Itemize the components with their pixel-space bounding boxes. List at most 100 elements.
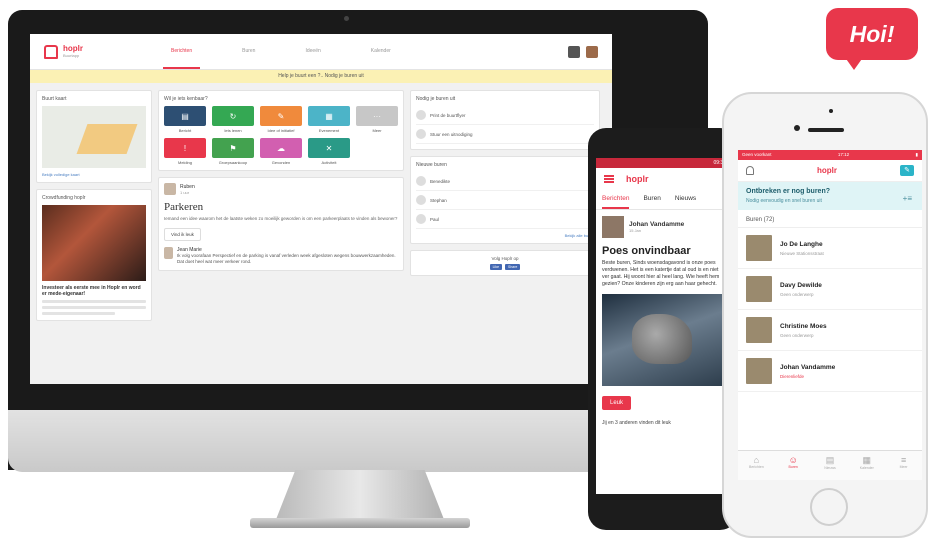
hoplr-logo-icon[interactable] bbox=[44, 44, 58, 59]
add-user-icon[interactable]: +≡ bbox=[903, 194, 912, 203]
neighbour-name: Christine Moes bbox=[780, 322, 827, 330]
list-item[interactable]: Stuur een uitnodiging bbox=[416, 125, 594, 144]
neighbour-name: Johan Vandamme bbox=[780, 363, 836, 371]
news-icon: ▤ bbox=[825, 455, 835, 465]
neighbour-name: Jo De Langhe bbox=[780, 240, 823, 248]
speech-bubble-tail bbox=[844, 56, 864, 70]
tabbar-item[interactable]: ≡ Meer bbox=[885, 451, 922, 480]
like-button[interactable]: Vind ik leuk bbox=[164, 228, 201, 241]
desktop-logo[interactable]: hoplr Buurtapp bbox=[63, 45, 83, 59]
tile-icon: ▦ bbox=[308, 106, 350, 126]
device-mockup-scene: hoplr Buurtapp Berichten Buren Ideeën Ka… bbox=[0, 0, 931, 542]
compose-tile[interactable]: ! Melding bbox=[164, 138, 206, 165]
list-item[interactable]: Christine Moes Geen onderwerp bbox=[738, 310, 922, 351]
tab-kalender[interactable]: Kalender bbox=[363, 35, 399, 69]
tile-icon: ··· bbox=[356, 106, 398, 126]
neighbours-list: Jo De Langhe Nieuwe Stationsstraat Davy De… bbox=[738, 228, 922, 392]
cat-photo[interactable] bbox=[602, 294, 724, 386]
post-author[interactable]: Johan Vandamme bbox=[629, 221, 684, 228]
crowdfunding-title: Crowdfunding hoplr bbox=[42, 195, 86, 201]
crowdfunding-image[interactable] bbox=[42, 205, 146, 281]
desktop-topbar: hoplr Buurtapp Berichten Buren Ideeën Ka… bbox=[30, 34, 612, 70]
imac-foot bbox=[250, 518, 470, 528]
post-avatar[interactable] bbox=[164, 183, 176, 195]
compose-tile[interactable]: ··· Meer bbox=[356, 106, 398, 133]
list-item[interactable]: Print de buurtflyer bbox=[416, 106, 594, 125]
like-button[interactable]: Leuk bbox=[602, 396, 632, 410]
invite-banner[interactable]: Help je buurt een ?.. Nodig je buren uit bbox=[30, 70, 612, 83]
neighbours-title: Nieuwe buren bbox=[416, 162, 447, 168]
crowdfunding-card: Crowdfunding hoplr Investeer als eerste … bbox=[36, 189, 152, 321]
bell-icon[interactable] bbox=[746, 166, 754, 175]
list-item[interactable]: Paul bbox=[416, 210, 594, 229]
compose-tile[interactable]: ⚑ Groepsaankoop bbox=[212, 138, 254, 165]
compose-tile[interactable]: ✕ Activiteit bbox=[308, 138, 350, 165]
camera-dot bbox=[344, 16, 349, 21]
compose-tile[interactable]: ↻ Iets lenen bbox=[212, 106, 254, 133]
map-link[interactable]: Bekijk volledige kaart bbox=[42, 172, 146, 177]
tile-icon: ↻ bbox=[212, 106, 254, 126]
list-item[interactable]: Benedikte bbox=[416, 172, 594, 191]
map-card: Buurt kaart Bekijk volledige kaart bbox=[36, 90, 152, 183]
tabbar-item[interactable]: ⌂ Berichten bbox=[738, 451, 775, 480]
compose-tile[interactable]: ☁ Gevonden bbox=[260, 138, 302, 165]
tab-ideeen[interactable]: Ideeën bbox=[297, 35, 328, 69]
home-icon: ⌂ bbox=[753, 455, 760, 465]
tabbar-label: Buren bbox=[788, 465, 798, 469]
social-card: Volg Hoplr op Like Share bbox=[410, 250, 600, 276]
tabbar-item[interactable]: ☺ Buren bbox=[775, 451, 812, 480]
compose-button[interactable]: ✎ bbox=[900, 165, 914, 176]
facebook-like-button[interactable]: Like bbox=[489, 264, 503, 270]
neighbourhood-map[interactable] bbox=[42, 106, 146, 168]
calendar-icon: ▦ bbox=[862, 455, 872, 465]
print-icon bbox=[416, 110, 426, 120]
likes-text[interactable]: Jij en 3 anderen vinden dit leuk bbox=[602, 420, 724, 426]
list-item[interactable]: Jo De Langhe Nieuwe Stationsstraat bbox=[738, 228, 922, 269]
tab-buren[interactable]: Buren bbox=[234, 35, 263, 69]
compose-tile[interactable]: ▤ Bericht bbox=[164, 106, 206, 133]
invite-promo[interactable]: Ontbreken er nog buren? Nodig eenvoudig … bbox=[738, 182, 922, 210]
android-screen: 09:31 hoplr Berichten Buren Nieuws Johan… bbox=[596, 158, 730, 494]
post-body: Beste buren, Sinds woensdagavond is onze… bbox=[602, 260, 720, 287]
avatar[interactable] bbox=[586, 45, 598, 58]
tab-nieuws[interactable]: Nieuws bbox=[675, 190, 696, 209]
neighbours-link[interactable]: Bekijk alle buren bbox=[416, 233, 594, 238]
tile-label: Melding bbox=[177, 160, 192, 165]
android-appbar: hoplr bbox=[596, 168, 730, 190]
avatar bbox=[746, 317, 772, 343]
compose-tile[interactable]: ▦ Evenement bbox=[308, 106, 350, 133]
iphone-logo: hoplr bbox=[817, 166, 837, 175]
home-button[interactable] bbox=[810, 488, 848, 526]
new-neighbours-card: Nieuwe buren Benedikte Stephan Paul Beki… bbox=[410, 156, 600, 244]
map-title: Buurt kaart bbox=[42, 96, 67, 102]
list-item[interactable]: Davy Dewilde Geen onderwerp bbox=[738, 269, 922, 310]
avatar bbox=[416, 176, 426, 186]
tabbar-item[interactable]: ▤ Nieuws bbox=[812, 451, 849, 480]
tabbar-item[interactable]: ▦ Kalender bbox=[848, 451, 885, 480]
tab-berichten[interactable]: Berichten bbox=[163, 35, 201, 69]
chat-icon[interactable] bbox=[568, 45, 580, 58]
avatar[interactable] bbox=[602, 216, 624, 238]
tile-icon: ⚑ bbox=[212, 138, 254, 158]
tile-label: Gevonden bbox=[271, 160, 291, 165]
promo-subtitle: Nodig eenvoudig en snel buren uit bbox=[746, 198, 822, 204]
reply-avatar[interactable] bbox=[164, 247, 174, 259]
tile-label: Bericht bbox=[178, 128, 192, 133]
facebook-share-button[interactable]: Share bbox=[505, 264, 521, 270]
crowdfunding-text[interactable]: Investeer als eerste mee in Hoplr en wor… bbox=[42, 285, 146, 297]
speaker-grille bbox=[808, 128, 844, 132]
tab-buren[interactable]: Buren bbox=[643, 190, 660, 209]
tab-berichten[interactable]: Berichten bbox=[602, 190, 630, 209]
menu-icon[interactable] bbox=[604, 175, 614, 183]
iphone-navbar: hoplr ✎ bbox=[738, 160, 922, 182]
android-logo: hoplr bbox=[626, 174, 649, 184]
post-author[interactable]: Ruben bbox=[180, 184, 195, 190]
compose-tile[interactable]: ✎ Idee of initiatief bbox=[260, 106, 302, 133]
avatar bbox=[746, 276, 772, 302]
neighbours-icon: ☺ bbox=[788, 455, 798, 465]
android-status-bar: 09:31 bbox=[596, 158, 730, 168]
list-item[interactable]: Johan Vandamme Dierenliefde bbox=[738, 351, 922, 392]
avatar bbox=[746, 235, 772, 261]
list-item[interactable]: Stephan bbox=[416, 191, 594, 210]
android-post: Johan Vandamme 15 Jan Poes onvindbaar Be… bbox=[596, 210, 730, 432]
